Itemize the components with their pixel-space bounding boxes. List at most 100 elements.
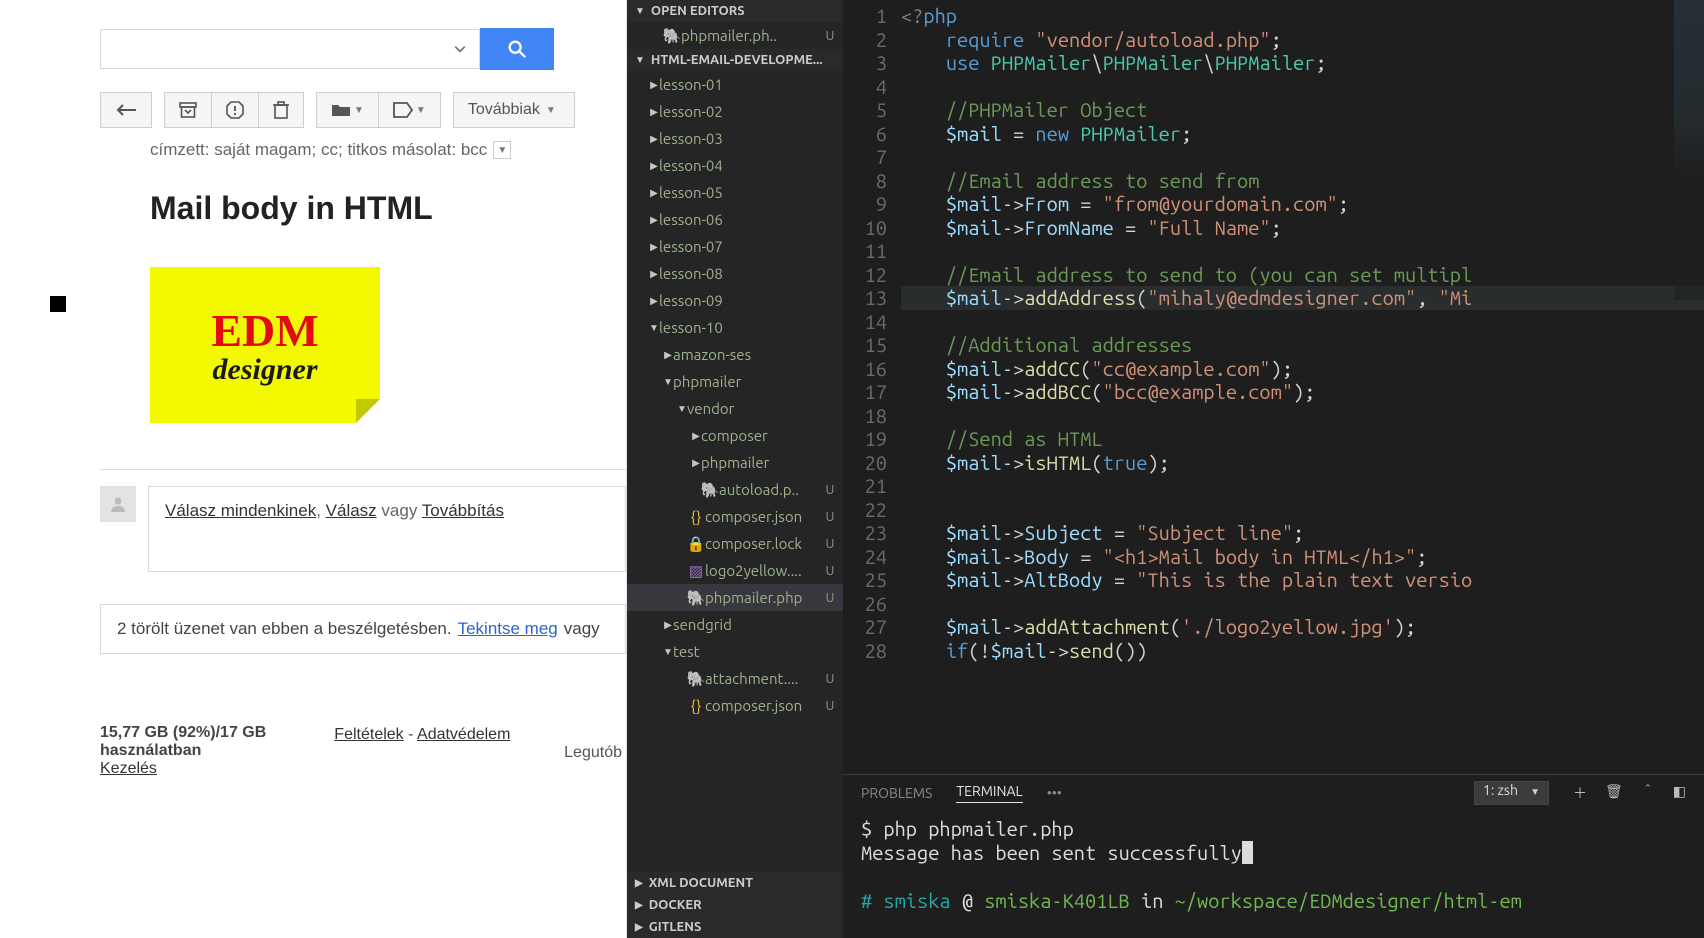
logo-line2: designer	[213, 353, 318, 387]
php-icon: 🐘	[663, 27, 681, 45]
project-header[interactable]: ▼ HTML-EMAIL-DEVELOPME...	[627, 49, 843, 71]
code-line[interactable]: $mail->Subject = "Subject line";	[901, 521, 1704, 545]
tab-terminal[interactable]: TERMINAL	[956, 783, 1022, 803]
code-editor[interactable]: 1234567891011121314151617181920212223242…	[843, 0, 1704, 774]
open-editor-item[interactable]: 🐘 phpmailer.ph.. U	[627, 22, 843, 49]
panel-toggle-icon[interactable]: ◧	[1673, 783, 1686, 803]
tree-item[interactable]: ▶lesson-09	[627, 287, 843, 314]
attachment-image[interactable]: EDM designer	[150, 267, 380, 423]
line-number: 13	[843, 286, 887, 310]
code-line[interactable]: //Additional addresses	[901, 333, 1704, 357]
code-line[interactable]	[901, 404, 1704, 428]
tree-item-label: logo2yellow....	[705, 562, 823, 579]
manage-link[interactable]: Kezelés	[100, 760, 157, 777]
code-line[interactable]: //Send as HTML	[901, 427, 1704, 451]
person-icon	[109, 495, 127, 513]
back-button[interactable]	[100, 92, 152, 128]
code-line[interactable]: //PHPMailer Object	[901, 98, 1704, 122]
code-line[interactable]: //Email address to send to (you can set …	[901, 263, 1704, 287]
minimap[interactable]	[1674, 0, 1704, 300]
code-line[interactable]: $mail->From = "from@yourdomain.com";	[901, 192, 1704, 216]
code-line[interactable]: $mail->addAddress("mihaly@edmdesigner.co…	[901, 286, 1704, 310]
tree-item[interactable]: ▶lesson-04	[627, 152, 843, 179]
archive-button[interactable]	[164, 92, 212, 128]
code-line[interactable]: $mail->addCC("cc@example.com");	[901, 357, 1704, 381]
tree-item[interactable]: {}composer.jsonU	[627, 692, 843, 719]
code-line[interactable]: $mail->FromName = "Full Name";	[901, 216, 1704, 240]
tree-item[interactable]: ▶sendgrid	[627, 611, 843, 638]
tree-item[interactable]: ▼vendor	[627, 395, 843, 422]
delete-button[interactable]	[259, 92, 304, 128]
collapsed-section-header[interactable]: ▶DOCKER	[627, 894, 843, 916]
tree-item[interactable]: ▨logo2yellow....U	[627, 557, 843, 584]
collapsed-section-header[interactable]: ▶XML DOCUMENT	[627, 872, 843, 894]
open-editors-header[interactable]: ▼ OPEN EDITORS	[627, 0, 843, 22]
tree-item[interactable]: ▶lesson-08	[627, 260, 843, 287]
lock-icon: 🔒	[687, 535, 705, 553]
tree-item[interactable]: ▶amazon-ses	[627, 341, 843, 368]
code-line[interactable]: require "vendor/autoload.php";	[901, 28, 1704, 52]
tree-item[interactable]: ▶lesson-02	[627, 98, 843, 125]
more-button[interactable]: Továbbiak ▼	[453, 92, 575, 128]
code-line[interactable]: if(!$mail->send())	[901, 639, 1704, 663]
search-options-dropdown-icon[interactable]	[449, 38, 471, 60]
code-line[interactable]: $mail = new PHPMailer;	[901, 122, 1704, 146]
spam-button[interactable]	[212, 92, 259, 128]
section-caret-icon: ▶	[635, 921, 643, 933]
tab-more[interactable]: •••	[1047, 785, 1062, 801]
code-line[interactable]: $mail->Body = "<h1>Mail body in HTML</h1…	[901, 545, 1704, 569]
view-deleted-link[interactable]: Tekintse meg	[458, 619, 558, 639]
tree-item[interactable]: ▼test	[627, 638, 843, 665]
tree-item[interactable]: 🐘phpmailer.phpU	[627, 584, 843, 611]
reply-link[interactable]: Válasz	[326, 501, 377, 520]
labels-button[interactable]: ▼	[379, 92, 441, 128]
kill-terminal-icon[interactable]: 🗑	[1605, 783, 1623, 803]
reply-all-link[interactable]: Válasz mindenkinek	[165, 501, 316, 520]
tree-item[interactable]: 🔒composer.lockU	[627, 530, 843, 557]
tree-item[interactable]: ▼lesson-10	[627, 314, 843, 341]
tree-item-label: composer.lock	[705, 535, 823, 552]
code-line[interactable]: $mail->AltBody = "This is the plain text…	[901, 568, 1704, 592]
tree-item[interactable]: ▶phpmailer	[627, 449, 843, 476]
terms-link[interactable]: Feltételek	[334, 726, 403, 743]
code-line[interactable]: //Email address to send from	[901, 169, 1704, 193]
code-line[interactable]	[901, 239, 1704, 263]
new-terminal-icon[interactable]: ＋	[1573, 783, 1587, 803]
reply-box[interactable]: Válasz mindenkinek, Válasz vagy Továbbít…	[148, 486, 626, 572]
tree-item[interactable]: ▶lesson-01	[627, 71, 843, 98]
code-line[interactable]	[901, 310, 1704, 334]
forward-link[interactable]: Továbbítás	[422, 501, 504, 520]
gmail-search-button[interactable]	[480, 28, 554, 70]
privacy-link[interactable]: Adatvédelem	[417, 726, 510, 743]
line-number: 16	[843, 357, 887, 381]
terminal-output[interactable]: $ php phpmailer.phpMessage has been sent…	[843, 811, 1704, 938]
code-line[interactable]: $mail->addBCC("bcc@example.com");	[901, 380, 1704, 404]
expand-recipients-icon[interactable]: ▼	[493, 141, 511, 159]
gmail-search-input[interactable]	[100, 29, 480, 69]
code-line[interactable]: $mail->isHTML(true);	[901, 451, 1704, 475]
move-to-button[interactable]: ▼	[316, 92, 379, 128]
code-line[interactable]	[901, 498, 1704, 522]
tree-item[interactable]: ▶lesson-03	[627, 125, 843, 152]
tab-problems[interactable]: PROBLEMS	[861, 785, 932, 801]
tree-item[interactable]: ▶lesson-05	[627, 179, 843, 206]
tree-item[interactable]: ▶lesson-07	[627, 233, 843, 260]
tree-item[interactable]: {}composer.jsonU	[627, 503, 843, 530]
collapsed-section-header[interactable]: ▶GITLENS	[627, 916, 843, 938]
code-line[interactable]: use PHPMailer\PHPMailer\PHPMailer;	[901, 51, 1704, 75]
code-line[interactable]	[901, 474, 1704, 498]
terminal-shell-select[interactable]: 1: zsh	[1474, 781, 1549, 805]
code-line[interactable]	[901, 145, 1704, 169]
code-line[interactable]: <?php	[901, 4, 1704, 28]
code-line[interactable]	[901, 592, 1704, 616]
code-content[interactable]: <?php require "vendor/autoload.php"; use…	[901, 0, 1704, 774]
code-line[interactable]	[901, 75, 1704, 99]
tree-item[interactable]: ▼phpmailer	[627, 368, 843, 395]
panel-up-icon[interactable]: ＾	[1641, 783, 1655, 803]
code-line[interactable]: $mail->addAttachment('./logo2yellow.jpg'…	[901, 615, 1704, 639]
tree-item[interactable]: ▶composer	[627, 422, 843, 449]
tree-item[interactable]: 🐘attachment....U	[627, 665, 843, 692]
tree-item[interactable]: 🐘autoload.p..U	[627, 476, 843, 503]
search-icon	[506, 38, 528, 60]
tree-item[interactable]: ▶lesson-06	[627, 206, 843, 233]
